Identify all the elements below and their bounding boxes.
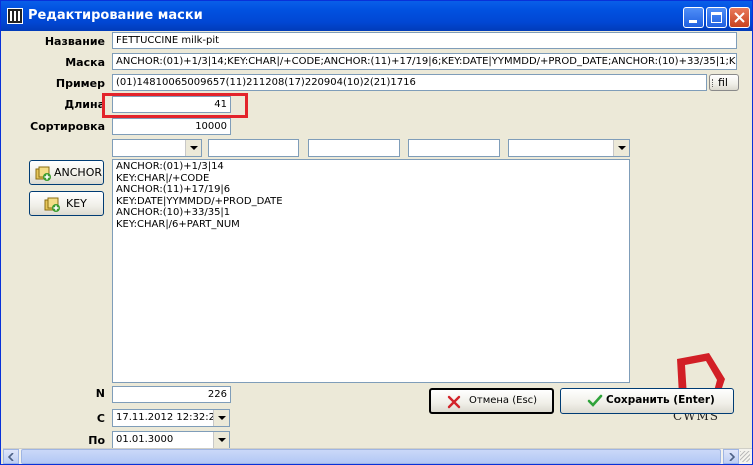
scroll-thumb[interactable]	[21, 449, 721, 464]
param-field-2[interactable]	[308, 139, 400, 157]
type-combo[interactable]	[112, 139, 202, 157]
window-title: Редактирование маски	[28, 8, 203, 23]
sort-field[interactable]: 10000	[112, 118, 231, 135]
example-fill-button[interactable]: fil	[709, 74, 739, 91]
close-button[interactable]	[729, 7, 750, 28]
n-label: N	[95, 387, 105, 400]
scroll-left-button[interactable]	[3, 449, 19, 464]
resize-grip-icon[interactable]	[740, 451, 750, 462]
minimize-icon	[689, 20, 697, 23]
app-icon	[7, 8, 23, 24]
from-label: С	[96, 412, 105, 425]
cancel-icon	[447, 395, 461, 409]
close-icon	[734, 12, 745, 23]
mask-part-line: KEY:CHAR|/+CODE	[116, 172, 210, 184]
save-button[interactable]: Сохранить (Enter)	[560, 388, 734, 414]
chevron-down-icon	[185, 140, 201, 156]
n-field[interactable]: 226	[112, 386, 231, 403]
mask-part-line: ANCHOR:(10)+33/35|1	[116, 207, 231, 219]
chevron-down-icon	[613, 140, 629, 156]
mask-part-line: KEY:CHAR|/6+PART_NUM	[116, 218, 240, 230]
param-field-3[interactable]	[408, 139, 500, 157]
arrow-right-icon	[729, 453, 735, 461]
chevron-down-icon	[213, 432, 229, 448]
to-label: По	[88, 434, 105, 447]
arrow-left-icon	[8, 453, 14, 461]
horizontal-scrollbar[interactable]	[3, 448, 752, 464]
checkmark-icon	[587, 394, 603, 407]
example-field[interactable]: (01)14810065009657(11)211208(17)220904(1…	[112, 74, 707, 91]
key-name-combo[interactable]	[508, 139, 630, 157]
add-item-icon	[35, 166, 51, 181]
example-label: Пример	[55, 77, 105, 90]
mask-field[interactable]: ANCHOR:(01)+1/3|14;KEY:CHAR|/+CODE;ANCHO…	[112, 53, 737, 70]
key-button[interactable]: KEY	[29, 191, 104, 216]
from-date-picker[interactable]: 17.11.2012 12:32:28	[112, 409, 230, 427]
maximize-button[interactable]	[706, 7, 727, 28]
param-field-1[interactable]	[208, 139, 299, 157]
mask-part-line: ANCHOR:(11)+17/19|6	[116, 184, 231, 196]
chevron-down-icon	[213, 410, 229, 426]
mask-parts-list[interactable]: ANCHOR:(01)+1/3|14 KEY:CHAR|/+CODE ANCHOR:…	[112, 159, 630, 383]
grip-icon	[712, 79, 715, 87]
mask-part-line: KEY:DATE|YYMMDD/+PROD_DATE	[116, 195, 283, 207]
to-date-picker[interactable]: 01.01.3000	[112, 431, 230, 449]
length-label: Длина	[64, 98, 105, 111]
maximize-icon	[711, 12, 722, 23]
anchor-button[interactable]: ANCHOR	[29, 160, 104, 185]
title-bar[interactable]: Редактирование маски	[1, 1, 752, 31]
cancel-button[interactable]: Отмена (Esc)	[429, 388, 554, 414]
name-label: Название	[44, 35, 105, 48]
name-field[interactable]: FETTUCCINE milk-pit	[112, 32, 737, 49]
add-item-icon	[44, 197, 60, 212]
mask-edit-window: Редактирование маски Название FETTUCCINE…	[0, 0, 753, 465]
sort-label: Сортировка	[30, 120, 105, 133]
minimize-button[interactable]	[683, 7, 704, 28]
mask-label: Маска	[65, 56, 105, 69]
scroll-right-button[interactable]	[723, 449, 739, 464]
length-highlight-box	[102, 93, 248, 118]
mask-part-line: ANCHOR:(01)+1/3|14	[116, 161, 224, 172]
